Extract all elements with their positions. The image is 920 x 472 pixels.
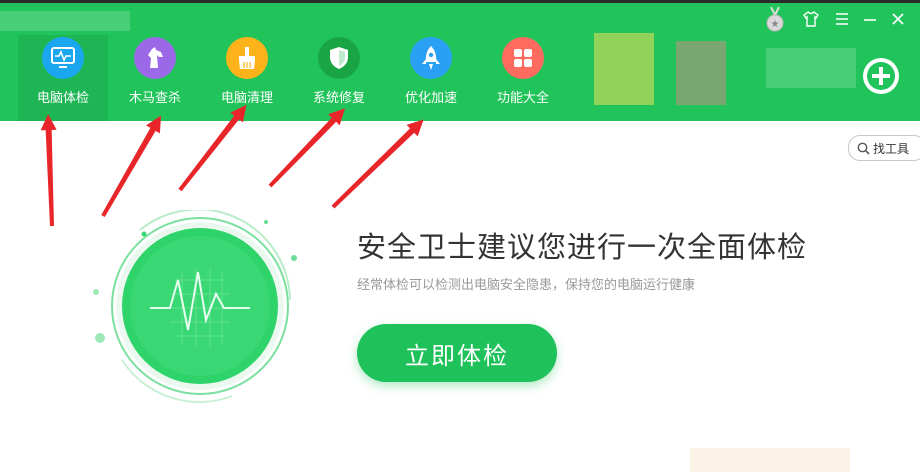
arrow-icon (178, 104, 247, 192)
arrow-icon (268, 108, 346, 188)
blurred-corner (690, 448, 850, 472)
arrow-icon (101, 115, 161, 217)
arrow-icon (40, 114, 57, 227)
annotation-arrows (40, 104, 424, 227)
arrow-icon (331, 119, 424, 209)
